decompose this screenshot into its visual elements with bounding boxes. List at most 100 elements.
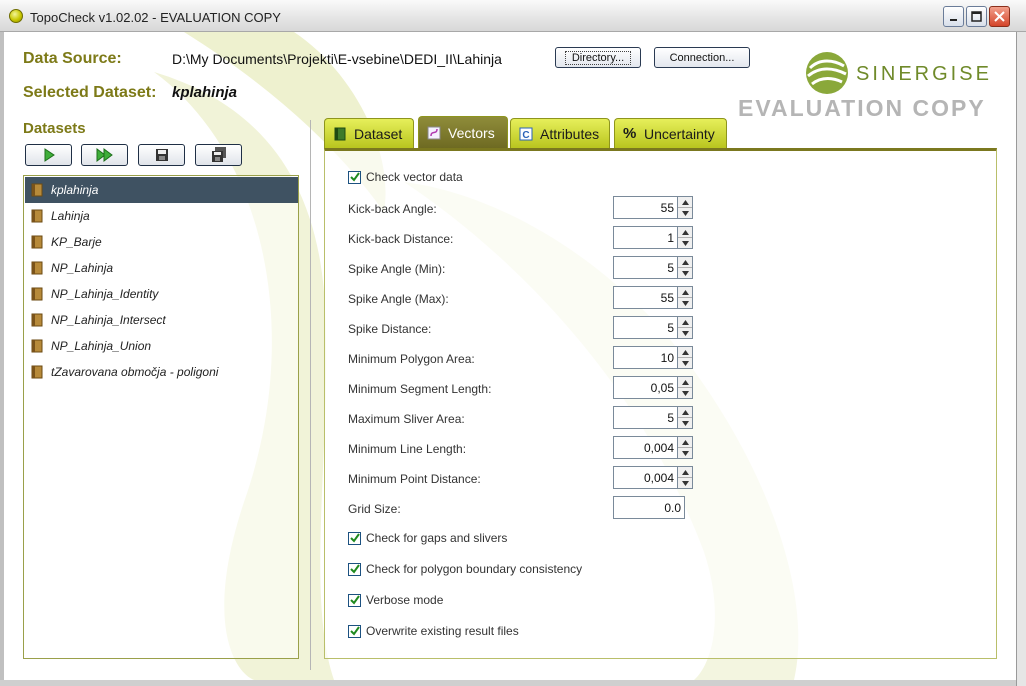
list-item[interactable]: kplahinja	[25, 177, 298, 203]
spin-down-icon[interactable]	[678, 418, 692, 429]
spin-down-icon[interactable]	[678, 448, 692, 459]
vectors-tab-panel	[324, 148, 997, 659]
logo-text: SINERGISE	[856, 63, 992, 85]
checkbox[interactable]	[348, 531, 361, 545]
grid-size-label: Grid Size:	[348, 502, 401, 516]
window-border-right	[1016, 32, 1026, 686]
spin-up-icon[interactable]	[678, 377, 692, 388]
spin-down-icon[interactable]	[678, 268, 692, 279]
directory-button[interactable]: Directory...	[555, 47, 641, 68]
spike-distance-spinner[interactable]	[677, 316, 693, 339]
minimum-segment-length-input[interactable]: 0,05	[613, 376, 678, 399]
list-item[interactable]: NP_Lahinja	[25, 255, 298, 281]
checkbox-label: Check vector data	[366, 170, 463, 184]
spin-up-icon[interactable]	[678, 467, 692, 478]
window-title: TopoCheck v1.02.02 - EVALUATION COPY	[30, 10, 281, 25]
spike-angle-max-spinner[interactable]	[677, 286, 693, 309]
spin-down-icon[interactable]	[678, 358, 692, 369]
minimum-polygon-area-spinner[interactable]	[677, 346, 693, 369]
kick-back-angle-spinner[interactable]	[677, 196, 693, 219]
minimum-line-length-input[interactable]: 0,004	[613, 436, 678, 459]
minimize-button[interactable]	[943, 6, 964, 27]
tab-attributes[interactable]: C Attributes	[510, 118, 610, 148]
spike-angle-min-spinner[interactable]	[677, 256, 693, 279]
grid-size-input[interactable]: 0.0	[613, 496, 685, 519]
verbose-mode-checkbox[interactable]: Verbose mode	[348, 593, 443, 607]
list-item[interactable]: tZavarovana območja - poligoni	[25, 359, 298, 385]
maximize-button[interactable]	[966, 6, 987, 27]
run-button[interactable]	[25, 144, 72, 166]
book-icon	[31, 183, 43, 197]
spin-up-icon[interactable]	[678, 197, 692, 208]
list-item[interactable]: Lahinja	[25, 203, 298, 229]
list-item[interactable]: NP_Lahinja_Identity	[25, 281, 298, 307]
spin-up-icon[interactable]	[678, 407, 692, 418]
tab-uncertainty[interactable]: % Uncertainty	[614, 118, 727, 148]
book-icon	[31, 261, 43, 275]
kick-back-distance-spinner[interactable]	[677, 226, 693, 249]
minimize-icon	[949, 18, 957, 21]
minimum-point-distance-spinner[interactable]	[677, 466, 693, 489]
save-icon	[155, 149, 168, 161]
app-icon	[9, 9, 23, 23]
book-icon	[31, 313, 43, 327]
spin-down-icon[interactable]	[678, 238, 692, 249]
spin-up-icon[interactable]	[678, 257, 692, 268]
book-icon	[31, 209, 43, 223]
list-item[interactable]: NP_Lahinja_Union	[25, 333, 298, 359]
list-item-label: NP_Lahinja_Intersect	[51, 313, 166, 327]
checkbox[interactable]	[348, 593, 361, 607]
datasets-list[interactable]: kplahinja Lahinja KP_Barje NP_Lahinja NP…	[23, 175, 299, 659]
data-source-label: Data Source:	[23, 50, 122, 67]
minimum-segment-length-spinner[interactable]	[677, 376, 693, 399]
title-bar[interactable]: TopoCheck v1.02.02 - EVALUATION COPY	[0, 0, 1026, 32]
spin-down-icon[interactable]	[678, 208, 692, 219]
save-all-button[interactable]	[195, 144, 242, 166]
save-button[interactable]	[138, 144, 185, 166]
minimum-point-distance-input[interactable]: 0,004	[613, 466, 678, 489]
spin-down-icon[interactable]	[678, 328, 692, 339]
field-label: Minimum Point Distance:	[348, 472, 481, 486]
tab-dataset[interactable]: Dataset	[324, 118, 414, 148]
spin-up-icon[interactable]	[678, 437, 692, 448]
tab-vectors[interactable]: Vectors	[418, 116, 508, 148]
connection-button[interactable]: Connection...	[654, 47, 750, 68]
spike-distance-input[interactable]: 5	[613, 316, 678, 339]
spike-angle-min-input[interactable]: 5	[613, 256, 678, 279]
close-button[interactable]	[989, 6, 1010, 27]
list-item-label: NP_Lahinja_Identity	[51, 287, 159, 301]
check-boundary-consistency-checkbox[interactable]: Check for polygon boundary consistency	[348, 562, 582, 576]
list-item[interactable]: NP_Lahinja_Intersect	[25, 307, 298, 333]
checkbox[interactable]	[348, 562, 361, 576]
spin-down-icon[interactable]	[678, 388, 692, 399]
tab-label: Uncertainty	[644, 125, 715, 142]
checkbox[interactable]	[348, 624, 361, 638]
book-icon	[334, 127, 346, 140]
spin-down-icon[interactable]	[678, 478, 692, 489]
spin-up-icon[interactable]	[678, 227, 692, 238]
maximum-sliver-area-input[interactable]: 5	[613, 406, 678, 429]
kick-back-angle-input[interactable]: 55	[613, 196, 678, 219]
panel-splitter[interactable]	[310, 120, 311, 670]
spin-up-icon[interactable]	[678, 317, 692, 328]
check-gaps-slivers-checkbox[interactable]: Check for gaps and slivers	[348, 531, 507, 545]
book-icon	[31, 287, 43, 301]
tab-label: Attributes	[540, 125, 600, 142]
maximum-sliver-area-spinner[interactable]	[677, 406, 693, 429]
spin-up-icon[interactable]	[678, 287, 692, 298]
check-vector-data-checkbox[interactable]: Check vector data	[348, 170, 463, 184]
minimum-polygon-area-input[interactable]: 10	[613, 346, 678, 369]
run-all-button[interactable]	[81, 144, 128, 166]
list-item[interactable]: KP_Barje	[25, 229, 298, 255]
kick-back-distance-input[interactable]: 1	[613, 226, 678, 249]
checkbox-label: Verbose mode	[366, 593, 444, 607]
overwrite-results-checkbox[interactable]: Overwrite existing result files	[348, 624, 519, 638]
spike-angle-max-input[interactable]: 55	[613, 286, 678, 309]
spin-down-icon[interactable]	[678, 298, 692, 309]
save-all-icon	[211, 147, 226, 162]
field-label: Minimum Segment Length:	[348, 382, 492, 396]
minimum-line-length-spinner[interactable]	[677, 436, 693, 459]
spin-up-icon[interactable]	[678, 347, 692, 358]
checkbox[interactable]	[348, 170, 361, 184]
list-item-label: tZavarovana območja - poligoni	[51, 365, 219, 379]
